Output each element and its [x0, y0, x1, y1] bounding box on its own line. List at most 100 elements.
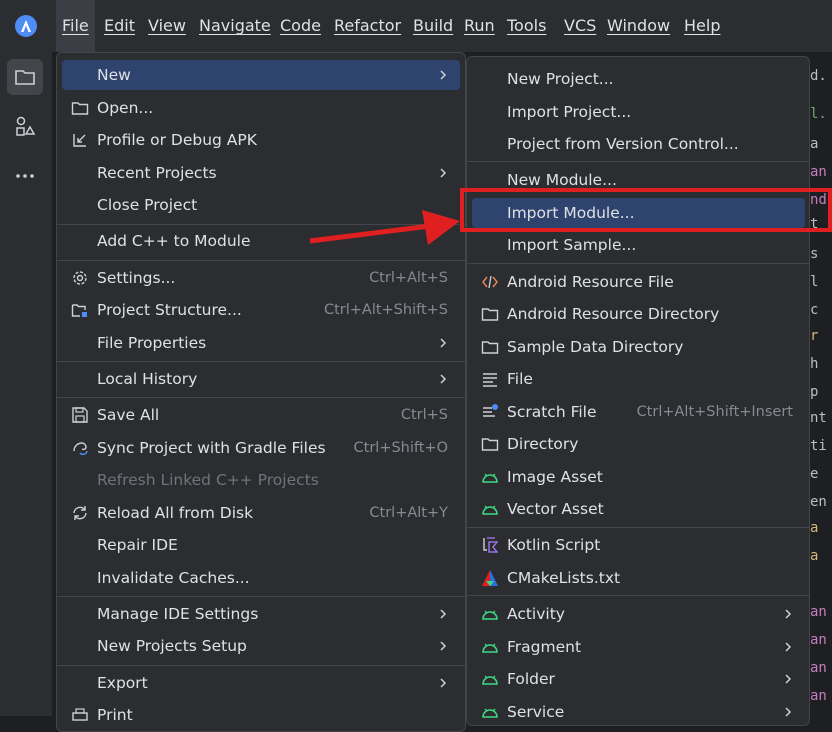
- menu-item-label: Recent Projects: [97, 164, 217, 182]
- menu-item-manage-ide-settings[interactable]: Manage IDE Settings: [62, 599, 460, 629]
- chevron-right-icon: [440, 338, 447, 348]
- menu-help[interactable]: Help: [684, 0, 720, 52]
- save-icon: [72, 407, 88, 423]
- chevron-right-icon: [785, 642, 792, 652]
- menu-item-local-history[interactable]: Local History: [62, 364, 460, 394]
- submenu-item-android-resource-file[interactable]: Android Resource File: [472, 267, 805, 297]
- submenu-item-fragment[interactable]: Fragment: [472, 632, 805, 662]
- menu-item-shortcut: Ctrl+Alt+Y: [369, 505, 448, 521]
- submenu-item-project-from-vcs[interactable]: Project from Version Control...: [472, 129, 805, 159]
- menu-build[interactable]: Build: [413, 0, 453, 52]
- menu-item-label: Save All: [97, 406, 160, 424]
- code-fragment: h: [810, 356, 819, 372]
- menu-item-reload-from-disk[interactable]: Reload All from Disk Ctrl+Alt+Y: [62, 498, 460, 528]
- submenu-item-new-project[interactable]: New Project...: [472, 64, 805, 94]
- cmake-icon: [482, 570, 498, 586]
- menu-item-label: Service: [507, 703, 565, 721]
- folder-icon: [481, 438, 499, 451]
- menu-edit[interactable]: Edit: [104, 0, 135, 52]
- code-fragment: l: [810, 274, 819, 290]
- menu-item-print[interactable]: Print: [62, 700, 460, 730]
- code-fragment: e: [810, 466, 819, 482]
- submenu-item-activity[interactable]: Activity: [472, 599, 805, 629]
- submenu-item-import-project[interactable]: Import Project...: [472, 97, 805, 127]
- android-icon: [482, 505, 498, 515]
- menu-item-label: Import Sample...: [507, 236, 637, 254]
- resource-manager-button[interactable]: [7, 108, 43, 144]
- menu-item-invalidate-caches[interactable]: Invalidate Caches...: [62, 563, 460, 593]
- menu-code[interactable]: Code: [280, 0, 321, 52]
- submenu-item-file[interactable]: File: [472, 364, 805, 394]
- code-fragment: c: [810, 302, 819, 318]
- project-structure-icon: [71, 304, 87, 317]
- submenu-item-scratch-file[interactable]: Scratch File Ctrl+Alt+Shift+Insert: [472, 397, 805, 427]
- code-file-icon: [482, 275, 498, 289]
- code-fragment: a: [810, 136, 819, 152]
- menu-item-new[interactable]: New: [62, 60, 460, 90]
- chevron-right-icon: [440, 609, 447, 619]
- menu-item-label: Sync Project with Gradle Files: [97, 439, 326, 457]
- annotation-highlight-box: [460, 188, 832, 232]
- submenu-item-kotlin-script[interactable]: Kotlin Script: [472, 530, 805, 560]
- menu-refactor[interactable]: Refactor: [334, 0, 401, 52]
- submenu-item-import-sample[interactable]: Import Sample...: [472, 230, 805, 260]
- menu-tools[interactable]: Tools: [507, 0, 546, 52]
- android-icon: [482, 675, 498, 685]
- menu-item-profile-debug-apk[interactable]: Profile or Debug APK: [62, 125, 460, 155]
- menu-item-label: Vector Asset: [507, 500, 604, 518]
- project-tool-button[interactable]: [7, 59, 43, 95]
- android-studio-logo-icon[interactable]: [15, 15, 37, 37]
- more-tools-button[interactable]: [7, 158, 43, 194]
- chevron-right-icon: [440, 168, 447, 178]
- menu-item-project-structure[interactable]: Project Structure... Ctrl+Alt+Shift+S: [62, 295, 460, 325]
- code-fragment: s: [810, 246, 819, 262]
- menu-separator: [57, 596, 465, 597]
- folder-icon: [481, 341, 499, 354]
- new-submenu: New Project... Import Project... Project…: [466, 56, 810, 726]
- menu-item-file-properties[interactable]: File Properties: [62, 328, 460, 358]
- menu-item-shortcut: Ctrl+Alt+Shift+Insert: [636, 404, 793, 420]
- submenu-item-directory[interactable]: Directory: [472, 429, 805, 459]
- android-icon: [482, 708, 498, 718]
- code-fragment: an: [810, 660, 827, 676]
- menu-item-new-projects-setup[interactable]: New Projects Setup: [62, 631, 460, 661]
- menu-vcs[interactable]: VCS: [564, 0, 596, 52]
- chevron-right-icon: [440, 70, 447, 80]
- kotlin-script-icon: [483, 537, 499, 553]
- menu-item-label: Directory: [507, 435, 579, 453]
- menu-view[interactable]: View: [148, 0, 186, 52]
- menu-item-sync-gradle[interactable]: Sync Project with Gradle Files Ctrl+Shif…: [62, 433, 460, 463]
- menu-window[interactable]: Window: [607, 0, 670, 52]
- menu-item-label: Refresh Linked C++ Projects: [97, 471, 319, 489]
- menu-item-open[interactable]: Open...: [62, 93, 460, 123]
- submenu-item-service[interactable]: Service: [472, 697, 805, 727]
- submenu-item-vector-asset[interactable]: Vector Asset: [472, 494, 805, 524]
- menu-item-label: Profile or Debug APK: [97, 131, 257, 149]
- menu-item-save-all[interactable]: Save All Ctrl+S: [62, 400, 460, 430]
- submenu-item-android-resource-directory[interactable]: Android Resource Directory: [472, 299, 805, 329]
- submenu-item-sample-data-directory[interactable]: Sample Data Directory: [472, 332, 805, 362]
- menu-item-label: Invalidate Caches...: [97, 569, 250, 587]
- submenu-item-folder[interactable]: Folder: [472, 664, 805, 694]
- menu-separator: [57, 397, 465, 398]
- submenu-item-cmakelists[interactable]: CMakeLists.txt: [472, 563, 805, 593]
- menu-item-recent-projects[interactable]: Recent Projects: [62, 158, 460, 188]
- menu-file[interactable]: File: [56, 0, 95, 52]
- file-lines-icon: [483, 373, 497, 387]
- menu-run[interactable]: Run: [464, 0, 495, 52]
- menu-item-label: Sample Data Directory: [507, 338, 684, 356]
- menu-item-label: Close Project: [97, 196, 198, 214]
- submenu-item-image-asset[interactable]: Image Asset: [472, 462, 805, 492]
- menu-item-label: Add C++ to Module: [97, 232, 251, 250]
- menu-item-repair-ide[interactable]: Repair IDE: [62, 530, 460, 560]
- menu-item-export[interactable]: Export: [62, 668, 460, 698]
- menu-separator: [57, 260, 465, 261]
- menu-item-label: Repair IDE: [97, 536, 178, 554]
- menu-navigate[interactable]: Navigate: [199, 0, 271, 52]
- chevron-right-icon: [440, 641, 447, 651]
- menu-item-settings[interactable]: Settings... Ctrl+Alt+S: [62, 263, 460, 293]
- code-fragment: ti: [810, 438, 827, 454]
- print-icon: [72, 708, 88, 721]
- code-fragment: d.: [810, 68, 827, 84]
- menu-separator: [467, 527, 809, 528]
